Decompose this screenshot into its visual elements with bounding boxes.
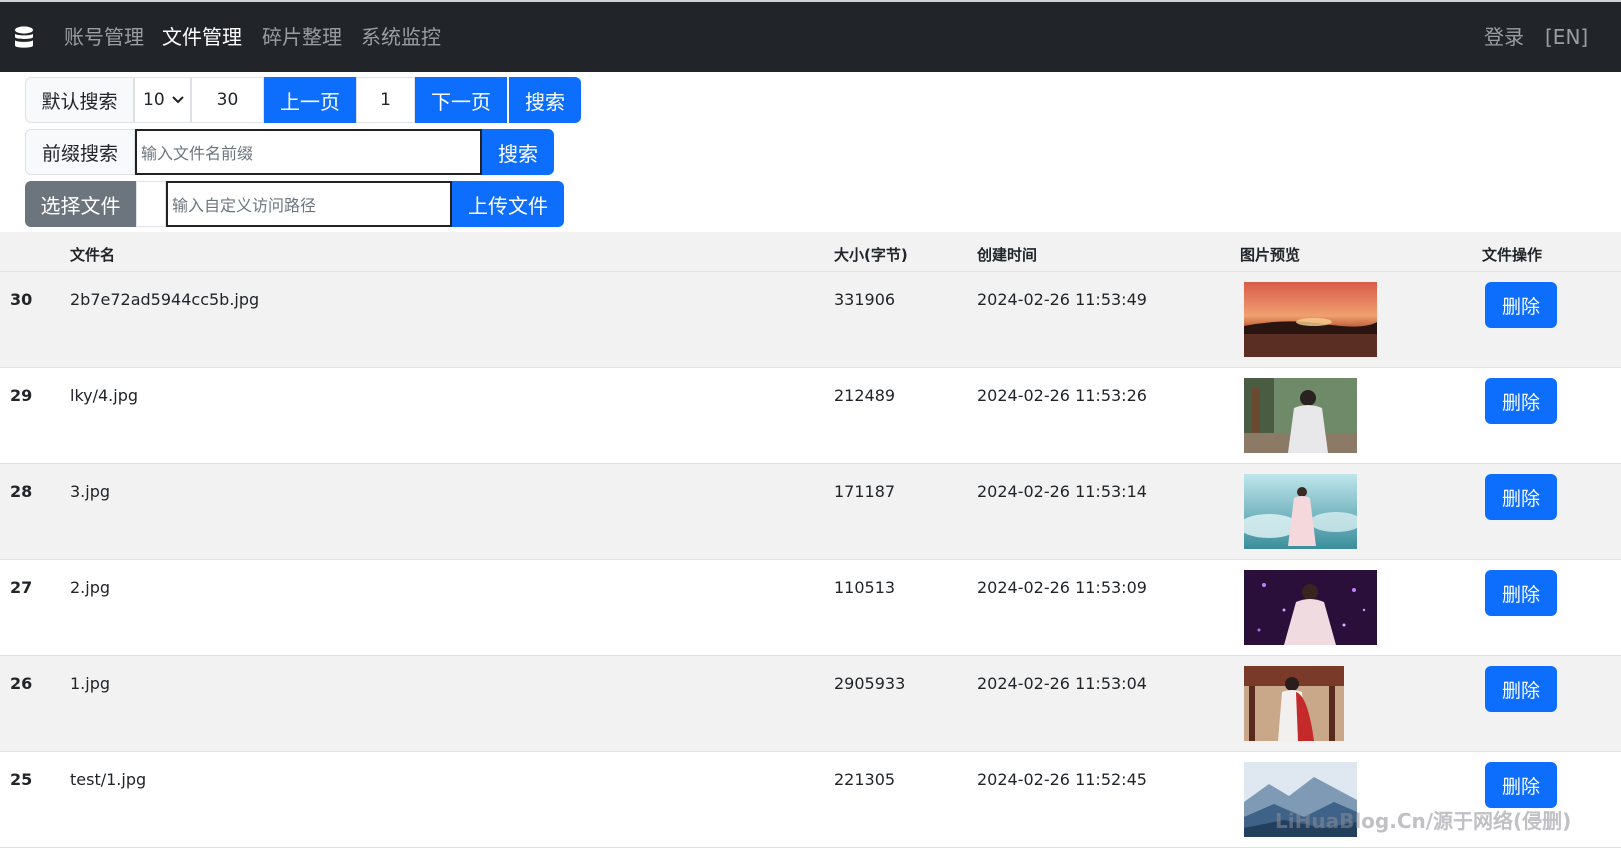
row-id: 27 [10, 578, 33, 597]
delete-button[interactable]: 删除 [1485, 378, 1557, 424]
default-search-label: 默认搜索 [25, 77, 134, 123]
page-size-select[interactable]: 10 [134, 77, 191, 123]
row-id: 28 [10, 482, 33, 501]
row-size: 171187 [834, 482, 896, 501]
row-id: 26 [10, 674, 33, 693]
header-size: 大小(字节) [834, 246, 908, 264]
search-button[interactable]: 搜索 [509, 77, 581, 123]
table-row: 28 3.jpg 171187 2024-02-26 11:53:14 删除 [0, 464, 1621, 560]
delete-button[interactable]: 删除 [1485, 762, 1557, 808]
choose-file-button[interactable]: 选择文件 [25, 181, 136, 227]
woman-willow-image[interactable] [1244, 378, 1357, 453]
row-created: 2024-02-26 11:53:26 [977, 386, 1147, 405]
woman-red-cape-image[interactable] [1244, 666, 1344, 741]
prefix-search-group: 前缀搜索 输入文件名前缀 搜索 [25, 129, 554, 175]
table-row: 26 1.jpg 2905933 2024-02-26 11:53:04 删除 [0, 656, 1621, 752]
row-filename: 2b7e72ad5944cc5b.jpg [70, 290, 260, 309]
delete-button[interactable]: 删除 [1485, 474, 1557, 520]
nav-item-monitor[interactable]: 系统监控 [361, 24, 441, 50]
row-size: 110513 [834, 578, 896, 597]
row-filename: test/1.jpg [70, 770, 147, 789]
header-preview: 图片预览 [1240, 246, 1301, 264]
default-search-group: 默认搜索 10 30 上一页 1 下一页 搜索 [25, 77, 581, 123]
row-size: 212489 [834, 386, 896, 405]
row-created: 2024-02-26 11:53:04 [977, 674, 1147, 693]
nav-item-defrag[interactable]: 碎片整理 [262, 24, 342, 50]
row-created: 2024-02-26 11:52:45 [977, 770, 1147, 789]
row-size: 331906 [834, 290, 896, 309]
next-page-button[interactable]: 下一页 [415, 77, 507, 123]
row-size: 2905933 [834, 674, 906, 693]
row-size: 221305 [834, 770, 896, 789]
row-filename: lky/4.jpg [70, 386, 139, 405]
database-icon[interactable] [14, 26, 34, 50]
delete-button[interactable]: 删除 [1485, 666, 1557, 712]
total-count-input[interactable]: 30 [191, 77, 264, 123]
navbar: 账号管理 文件管理 碎片整理 系统监控 登录 [EN] [0, 2, 1621, 72]
row-filename: 2.jpg [70, 578, 111, 597]
watermark: LiHuaBlog.Cn/源于网络(侵删) [1275, 809, 1572, 833]
file-name-display [136, 181, 166, 227]
prefix-search-button[interactable]: 搜索 [482, 129, 554, 175]
row-created: 2024-02-26 11:53:14 [977, 482, 1147, 501]
row-filename: 1.jpg [70, 674, 111, 693]
nav-item-files[interactable]: 文件管理 [162, 24, 242, 50]
prefix-search-label: 前缀搜索 [25, 129, 135, 175]
header-filename: 文件名 [70, 246, 116, 264]
prev-page-button[interactable]: 上一页 [264, 77, 356, 123]
custom-path-input[interactable]: 输入自定义访问路径 [166, 181, 452, 227]
woman-clouds-image[interactable] [1244, 474, 1357, 549]
table-row: 30 2b7e72ad5944cc5b.jpg 331906 2024-02-2… [0, 272, 1621, 368]
row-created: 2024-02-26 11:53:09 [977, 578, 1147, 597]
login-link[interactable]: 登录 [1484, 24, 1524, 50]
row-id: 29 [10, 386, 33, 405]
sunset-beach-image[interactable] [1244, 282, 1377, 357]
page-number-input[interactable]: 1 [356, 77, 415, 123]
language-toggle[interactable]: [EN] [1545, 24, 1588, 50]
header-created: 创建时间 [977, 246, 1038, 264]
delete-button[interactable]: 删除 [1485, 282, 1557, 328]
upload-group: 选择文件 输入自定义访问路径 上传文件 [25, 181, 564, 227]
row-created: 2024-02-26 11:53:49 [977, 290, 1147, 309]
page-size-value: 10 [143, 90, 165, 110]
upload-button[interactable]: 上传文件 [452, 181, 564, 227]
table-row: 29 lky/4.jpg 212489 2024-02-26 11:53:26 … [0, 368, 1621, 464]
woman-stage-image[interactable] [1244, 570, 1377, 645]
header-actions: 文件操作 [1482, 246, 1543, 264]
row-id: 25 [10, 770, 33, 789]
table-row: 27 2.jpg 110513 2024-02-26 11:53:09 删除 [0, 560, 1621, 656]
delete-button[interactable]: 删除 [1485, 570, 1557, 616]
prefix-search-input[interactable]: 输入文件名前缀 [135, 129, 482, 175]
table-header: 文件名 大小(字节) 创建时间 图片预览 文件操作 [0, 232, 1621, 272]
chevron-down-icon [172, 96, 184, 104]
nav-item-accounts[interactable]: 账号管理 [64, 24, 144, 50]
row-id: 30 [10, 290, 33, 309]
row-filename: 3.jpg [70, 482, 111, 501]
